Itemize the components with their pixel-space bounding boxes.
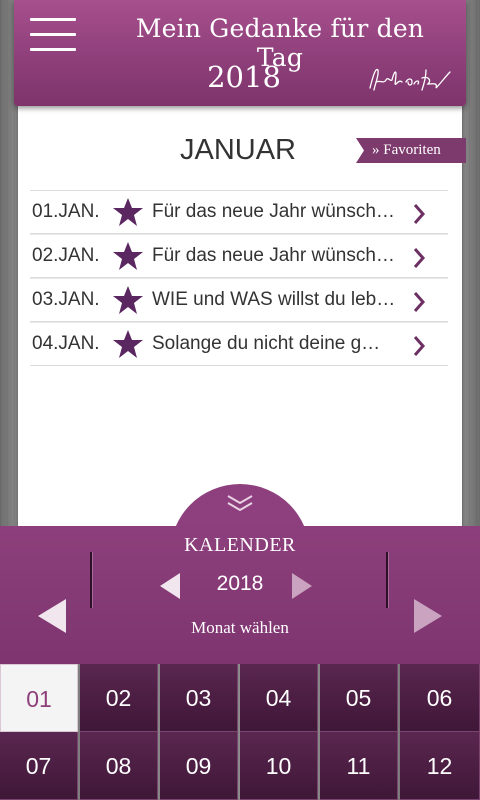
double-chevron-down-icon bbox=[227, 495, 253, 512]
next-year-arrow-icon[interactable] bbox=[290, 572, 314, 600]
previous-year-arrow-icon[interactable] bbox=[158, 572, 182, 600]
entry-date: 03.JAN. bbox=[32, 289, 100, 310]
month-cell-05[interactable]: 05 bbox=[320, 664, 398, 732]
entry-text: Für das neue Jahr wünsch… bbox=[152, 201, 395, 222]
hamburger-menu-icon[interactable] bbox=[30, 18, 76, 52]
favorite-star-icon[interactable] bbox=[112, 285, 144, 317]
favorite-star-icon[interactable] bbox=[112, 197, 144, 229]
app-header: Mein Gedanke für den Tag 2018 bbox=[14, 0, 466, 106]
favorites-button[interactable]: » Favoriten bbox=[356, 138, 466, 163]
entry-text: WIE und WAS willst du leb… bbox=[152, 289, 396, 310]
month-cell-12[interactable]: 12 bbox=[400, 732, 480, 800]
month-cell-11[interactable]: 11 bbox=[320, 732, 398, 800]
chevron-right-icon bbox=[413, 248, 426, 268]
month-select-label: Monat wählen bbox=[191, 618, 289, 637]
calendar-label: KALENDER bbox=[184, 534, 296, 556]
entry-date: 02.JAN. bbox=[32, 245, 100, 266]
month-cell-07[interactable]: 07 bbox=[0, 732, 78, 800]
month-cell-10[interactable]: 10 bbox=[240, 732, 318, 800]
entry-list: 01.JAN. Für das neue Jahr wünsch… 02.JAN… bbox=[30, 190, 448, 366]
chevron-right-icon bbox=[413, 292, 426, 312]
month-grid: 01 02 03 04 05 06 07 08 09 10 11 12 bbox=[0, 664, 480, 800]
previous-month-arrow-icon[interactable] bbox=[36, 598, 68, 634]
year-selector-value: 2018 bbox=[216, 572, 264, 595]
month-cell-03[interactable]: 03 bbox=[160, 664, 238, 732]
entry-date: 04.JAN. bbox=[32, 333, 100, 354]
next-month-arrow-icon[interactable] bbox=[412, 598, 444, 634]
divider-left bbox=[90, 552, 93, 608]
list-item[interactable]: 02.JAN. Für das neue Jahr wünsch… bbox=[30, 234, 448, 278]
month-cell-02[interactable]: 02 bbox=[80, 664, 158, 732]
list-item[interactable]: 04.JAN. Solange du nicht deine g… bbox=[30, 322, 448, 366]
chevron-right-icon bbox=[413, 336, 426, 356]
list-item[interactable]: 01.JAN. Für das neue Jahr wünsch… bbox=[30, 190, 448, 234]
month-cell-06[interactable]: 06 bbox=[400, 664, 480, 732]
header-year: 2018 bbox=[207, 60, 281, 94]
favorite-star-icon[interactable] bbox=[112, 241, 144, 273]
month-cell-09[interactable]: 09 bbox=[160, 732, 238, 800]
month-cell-08[interactable]: 08 bbox=[80, 732, 158, 800]
divider-right bbox=[386, 552, 389, 608]
month-cell-01[interactable]: 01 bbox=[0, 664, 78, 732]
signature-icon bbox=[369, 68, 451, 91]
favorite-star-icon[interactable] bbox=[112, 329, 144, 361]
entry-date: 01.JAN. bbox=[32, 201, 100, 222]
chevron-right-icon bbox=[413, 204, 426, 224]
month-cell-04[interactable]: 04 bbox=[240, 664, 318, 732]
entry-text: Für das neue Jahr wünsch… bbox=[152, 245, 395, 266]
entry-text: Solange du nicht deine g… bbox=[152, 333, 381, 354]
list-item[interactable]: 03.JAN. WIE und WAS willst du leb… bbox=[30, 278, 448, 322]
